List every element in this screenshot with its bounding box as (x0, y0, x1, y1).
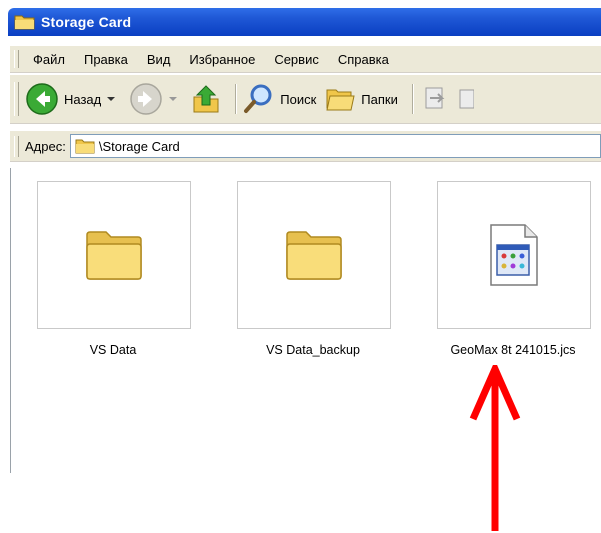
back-label: Назад (64, 91, 102, 107)
move-to-icon (425, 87, 445, 109)
file-thumbnail[interactable] (437, 181, 591, 329)
folders-button[interactable]: Папки (324, 84, 398, 114)
window-title: Storage Card (41, 14, 132, 30)
menu-help[interactable]: Справка (330, 50, 397, 69)
menu-file[interactable]: Файл (25, 50, 73, 69)
forward-arrow-icon (130, 83, 162, 115)
menu-grip[interactable] (14, 49, 19, 69)
file-thumbnail[interactable] (237, 181, 391, 329)
address-label: Адрес: (25, 138, 66, 154)
file-thumbnail[interactable] (37, 181, 191, 329)
address-grip[interactable] (14, 135, 19, 157)
folder-icon (86, 231, 142, 280)
address-value: \Storage Card (98, 138, 180, 154)
back-dropdown-icon[interactable] (107, 97, 116, 101)
file-item-vs-data-backup[interactable]: VS Data_backup (237, 181, 397, 357)
move-to-button[interactable] (420, 84, 450, 114)
file-item-vs-data[interactable]: VS Data (37, 181, 197, 357)
menu-edit[interactable]: Правка (76, 50, 136, 69)
file-name: GeoMax 8t 241015.jcs (450, 343, 576, 357)
back-arrow-icon (26, 83, 58, 115)
file-name: VS Data (89, 343, 137, 357)
toolbar-separator-2 (411, 84, 414, 114)
address-input[interactable]: \Storage Card (69, 134, 601, 158)
forward-button[interactable] (129, 82, 183, 116)
file-item-geomax-jcs[interactable]: GeoMax 8t 241015.jcs (437, 181, 597, 357)
folder-icon (14, 15, 35, 30)
up-button[interactable] (191, 83, 221, 115)
copy-to-icon (459, 89, 474, 109)
menu-tools[interactable]: Сервис (266, 50, 327, 69)
menu-view[interactable]: Вид (139, 50, 179, 69)
search-label: Поиск (280, 91, 317, 107)
address-bar: Адрес: \Storage Card (10, 131, 601, 162)
search-button[interactable]: Поиск (243, 83, 316, 115)
toolbar: Назад Поиск Папки (10, 75, 601, 124)
copy-to-button[interactable] (458, 84, 474, 114)
search-icon (244, 84, 272, 113)
document-icon (490, 224, 538, 286)
red-arrow-annotation (469, 365, 521, 531)
title-bar[interactable]: Storage Card (8, 8, 601, 36)
toolbar-grip[interactable] (14, 82, 19, 116)
toolbar-separator (235, 84, 238, 114)
back-button[interactable]: Назад (25, 82, 121, 116)
folders-icon (326, 89, 355, 111)
folders-label: Папки (361, 91, 398, 107)
folder-icon (286, 231, 342, 280)
menu-bar: Файл Правка Вид Избранное Сервис Справка (10, 46, 601, 73)
folder-icon (75, 139, 95, 154)
forward-dropdown-icon[interactable] (169, 97, 178, 101)
file-name: VS Data_backup (266, 343, 360, 357)
up-folder-icon (193, 85, 219, 113)
menu-favorites[interactable]: Избранное (181, 50, 263, 69)
